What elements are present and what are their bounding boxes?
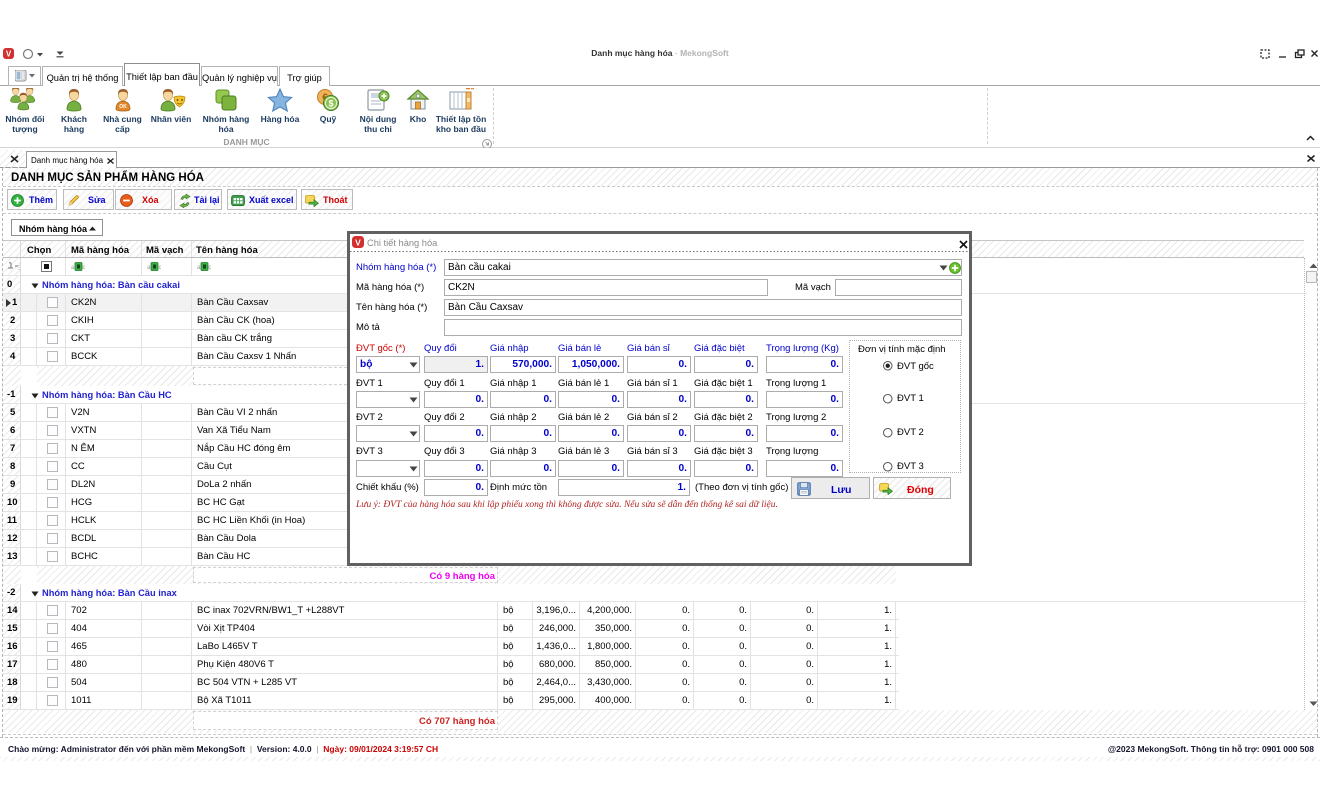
svg-text:a: a: [197, 265, 201, 271]
svg-text:a: a: [147, 265, 151, 271]
svg-text:V: V: [355, 238, 361, 248]
svg-text:a: a: [71, 265, 75, 271]
svg-text:c: c: [83, 265, 86, 271]
svg-text:c: c: [209, 265, 212, 271]
svg-text:OK: OK: [119, 104, 127, 110]
svg-text:c: c: [159, 265, 162, 271]
svg-text:$: $: [328, 99, 333, 109]
